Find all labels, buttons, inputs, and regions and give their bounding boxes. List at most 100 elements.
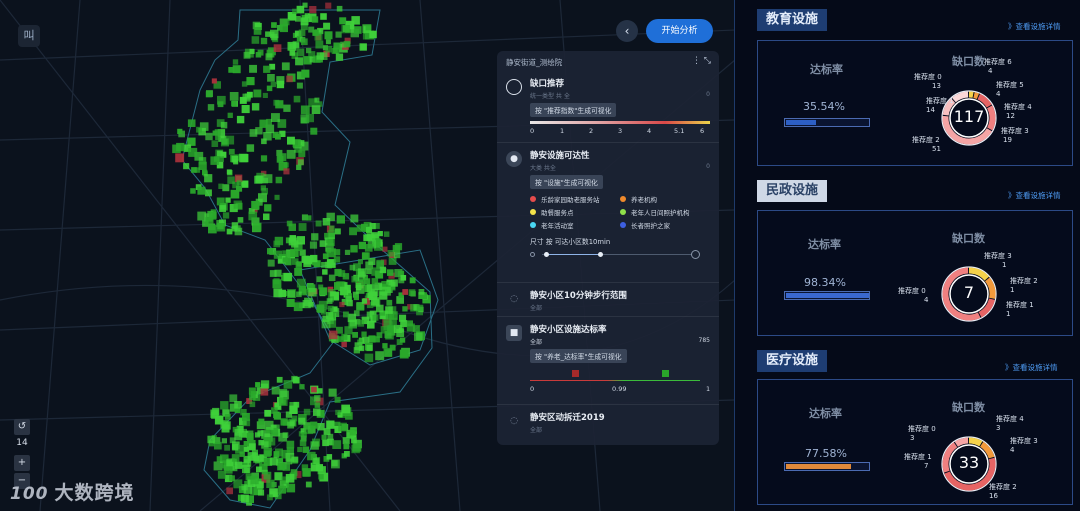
community-cell [260,155,268,162]
reset-view-icon[interactable]: ↺ [14,419,30,435]
community-cell [299,439,307,447]
community-cell [295,261,302,269]
community-cell [263,65,271,73]
community-cell [325,39,331,45]
community-cell [248,443,256,451]
community-cell [309,241,318,249]
community-cell [253,89,262,98]
community-cell [293,95,301,103]
civil-affairs-details-link[interactable]: 》查看设施详情 [1008,190,1061,201]
layer-toggle-icon[interactable]: ● [506,151,522,167]
layer-title: 静安小区10分钟步行范围 [530,291,627,301]
size-slider[interactable] [530,249,710,261]
donut-segment [968,437,983,447]
community-cell [260,185,266,191]
community-cell [349,264,356,271]
layer-gap-recommendation[interactable]: 缺口推荐 统一类型 共 全0 按 "推荐指数"生成可视化 0 1 2 3 4 5.1 6 [497,71,719,143]
legend-label: 长者照护之家 [631,222,670,230]
loading-icon[interactable]: ◌ [506,413,522,429]
back-button[interactable]: ‹ [616,20,638,42]
gap-label: 缺口数 [952,55,985,68]
community-cell [298,29,306,37]
community-cell [319,288,327,295]
community-cell [310,254,318,263]
community-cell [275,100,284,109]
community-cell [409,277,416,284]
slider-start-handle[interactable] [530,252,535,257]
layer-subtitle: 大类 共全 0 [530,163,710,172]
community-cell [350,214,359,223]
community-cell [306,215,312,221]
community-cell [279,23,288,33]
layer-title: 静安设施可达性 [530,151,590,161]
slider-min-knob[interactable] [544,252,549,257]
community-cell [326,298,333,304]
legend-label: 老年活动室 [541,222,574,230]
layer-title: 静安小区设施达标率 [530,325,607,335]
community-cell [270,33,278,41]
community-cell [339,286,349,296]
community-cell [281,62,290,71]
donut-segment [986,105,996,131]
community-cell [367,321,375,329]
community-cell [294,268,303,276]
layer-toggle-icon[interactable] [506,79,522,95]
slider-max-knob[interactable] [598,252,603,257]
community-cell [251,449,258,456]
community-cell [333,42,341,50]
community-cell [266,494,273,501]
community-cell [313,408,321,416]
layer-toggle-icon[interactable]: ■ [506,325,522,341]
community-cell [383,321,393,331]
community-cell [344,451,350,457]
community-cell [302,288,309,295]
community-cell [366,268,372,275]
zoom-in-button[interactable]: + [14,455,30,471]
community-cell [225,197,231,203]
community-cell [227,112,233,118]
community-cell [349,227,357,236]
legend-color-dot [530,209,536,215]
community-cell [264,204,272,212]
legend-item: 养老机构 [620,194,710,204]
community-cell [237,217,244,223]
slider-end-handle[interactable] [691,250,700,259]
layer-subtitle: 全部 [530,427,543,434]
scale-low-swatch [572,370,579,377]
community-cell [390,279,398,287]
community-cell [301,255,309,263]
visualize-hint-button[interactable]: 按 "设施"生成可视化 [530,175,603,189]
community-cell [313,458,320,465]
education-details-link[interactable]: 》查看设施详情 [1008,21,1061,32]
community-cell [273,278,280,285]
community-cell [379,291,388,300]
layer-walk-range[interactable]: ◌ 静安小区10分钟步行范围 全部 [497,283,719,317]
community-cell [191,167,197,173]
community-cell [246,91,253,98]
visualize-hint-button[interactable]: 按 "养老_达标率"生成可视化 [530,349,627,363]
layer-facility-accessibility[interactable]: ● 静安设施可达性 大类 共全 0 按 "设施"生成可视化 乐龄家园助老服务站 养老… [497,143,719,283]
community-cell [250,475,259,485]
community-cell [387,250,395,257]
panel-menu-icon[interactable]: ⋮ ⤡ [692,56,711,66]
community-cell [357,320,365,327]
map-view[interactable]: 叫 ↺ 14 + − 100 大数跨境 ‹ 开始分析 静安街道_测绘院 ⋮ ⤡ 缺… [0,0,735,511]
start-analysis-button[interactable]: 开始分析 [646,19,713,43]
community-cell [288,237,297,246]
community-cell [229,394,238,403]
medical-details-link[interactable]: 》查看设施详情 [1005,362,1058,373]
community-cell [412,325,420,333]
layer-relocation-2019[interactable]: ◌ 静安区动拆迁2019 全部 [497,405,719,441]
community-cell [271,386,280,395]
community-cell [269,270,277,277]
community-cell [255,127,263,135]
visualize-hint-button[interactable]: 按 "推荐指数"生成可视化 [530,103,617,117]
layer-facility-compliance[interactable]: ■ 静安小区设施达标率 全部 785 按 "养老_达标率"生成可视化 0 0.99… [497,317,719,405]
panel-title: 静安街道_测绘院 [506,58,563,67]
community-cell [377,231,383,237]
loading-icon[interactable]: ◌ [506,291,522,307]
community-cell [345,41,351,47]
community-cell [323,428,331,435]
community-cell [356,283,362,289]
layers-icon[interactable]: 叫 [18,25,40,47]
